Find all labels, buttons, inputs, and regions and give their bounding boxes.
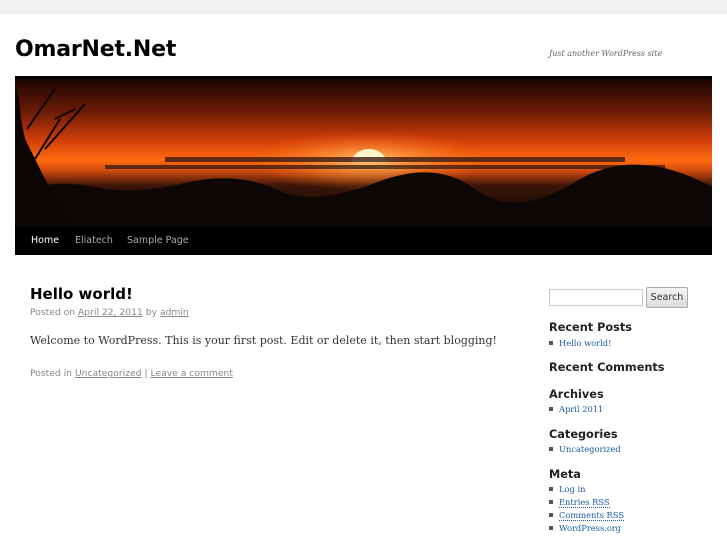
utility-prefix: Posted in: [30, 368, 73, 379]
site-description: Just another WordPress site: [549, 49, 663, 58]
bullet-icon: [549, 525, 553, 530]
post-date-link[interactable]: April 22, 2011: [78, 307, 143, 318]
header-banner-image: [15, 79, 712, 227]
bullet-icon: [549, 499, 553, 504]
archives-heading: Archives: [549, 388, 604, 401]
recent-posts-heading: Recent Posts: [549, 321, 632, 334]
bullet-icon: [549, 446, 553, 451]
categories-heading: Categories: [549, 428, 618, 441]
post-content: Welcome to WordPress. This is your first…: [30, 334, 497, 347]
meta-prefix: Posted on: [30, 307, 76, 318]
bullet-icon: [549, 340, 553, 345]
meta-by: by: [145, 307, 158, 318]
bullet-icon: [549, 486, 553, 491]
leave-comment-link[interactable]: Leave a comment: [150, 368, 232, 379]
site-title[interactable]: OmarNet.Net: [15, 37, 176, 62]
meta-link-wordpress-org[interactable]: WordPress.org: [549, 523, 621, 533]
meta-link-entries-rss[interactable]: Entries RSS: [549, 497, 610, 508]
nav-item-sample-page[interactable]: Sample Page: [127, 235, 189, 246]
post-title[interactable]: Hello world!: [30, 285, 133, 303]
bullet-icon: [549, 512, 553, 517]
search-input[interactable]: [549, 289, 643, 306]
nav-item-eliatech[interactable]: Eliatech: [75, 235, 113, 246]
category-link[interactable]: Uncategorized: [75, 368, 142, 379]
meta-heading: Meta: [549, 468, 581, 481]
recent-comments-heading: Recent Comments: [549, 361, 665, 374]
meta-link-comments-rss[interactable]: Comments RSS: [549, 510, 625, 521]
meta-link-log-in[interactable]: Log in: [549, 484, 585, 494]
author-link[interactable]: admin: [160, 307, 189, 318]
search-button[interactable]: Search: [646, 287, 688, 308]
nav-item-home[interactable]: Home: [31, 235, 59, 246]
entry-utility: Posted in Uncategorized | Leave a commen…: [30, 368, 233, 379]
archive-link-april-2011[interactable]: April 2011: [549, 404, 603, 414]
utility-separator: |: [144, 368, 148, 379]
category-link-uncategorized[interactable]: Uncategorized: [549, 444, 621, 454]
bullet-icon: [549, 406, 553, 411]
entry-meta: Posted on April 22, 2011 by admin: [30, 307, 189, 318]
main-navigation: Home Eliatech Sample Page: [15, 227, 712, 255]
page-wrapper: OmarNet.Net Just another WordPress site: [0, 14, 727, 545]
recent-post-link[interactable]: Hello world!: [549, 338, 611, 348]
